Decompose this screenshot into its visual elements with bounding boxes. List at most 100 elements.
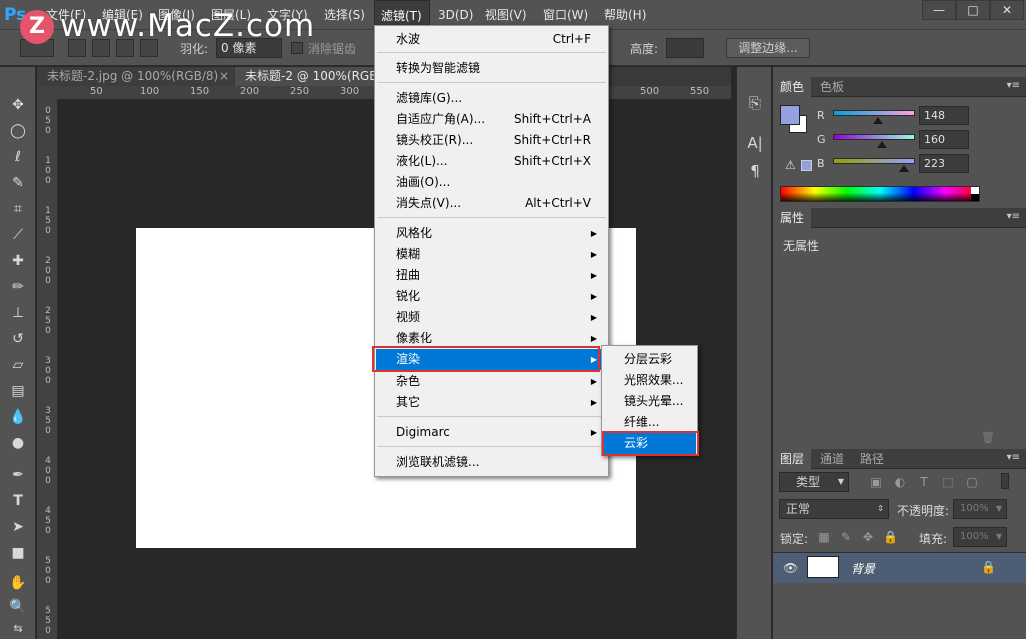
rectangle-tool-icon[interactable]: ■ — [8, 543, 28, 563]
foreground-color-swatch-front[interactable] — [780, 105, 800, 125]
history-brush-tool-icon[interactable]: ↺ — [8, 329, 28, 349]
color-spectrum-bar[interactable] — [780, 186, 980, 202]
ruler-tick: 5 — [45, 416, 51, 426]
render-item-fibers[interactable]: 纤维... — [603, 412, 696, 433]
red-value-input[interactable]: 148 — [919, 106, 969, 125]
gradient-tool-icon[interactable]: ▤ — [8, 381, 28, 401]
swap-colors-icon[interactable]: ⇆ — [8, 619, 28, 639]
quick-selection-tool-icon[interactable]: ✎ — [8, 173, 28, 193]
ruler-tick: 250 — [290, 86, 310, 97]
crop-tool-icon[interactable]: ⌗ — [8, 199, 28, 219]
filter-item-water[interactable]: 水波 Ctrl+F — [376, 29, 607, 50]
history-panel-icon[interactable]: ⎘ — [745, 93, 765, 113]
green-slider-thumb[interactable] — [877, 141, 887, 148]
render-item-lighting-effects[interactable]: 光照效果... — [603, 370, 696, 391]
tab-color[interactable]: 颜色 — [773, 77, 812, 97]
filter-item-distort[interactable]: 扭曲 ▶ — [376, 265, 607, 286]
paragraph-panel-icon[interactable]: ¶ — [745, 161, 765, 181]
marquee-tool-icon[interactable]: ◯ — [8, 121, 28, 141]
refine-edge-button[interactable]: 调整边缘... — [726, 38, 810, 58]
filter-item-other[interactable]: 其它 ▶ — [376, 392, 607, 413]
restore-button[interactable]: □ — [956, 0, 990, 20]
character-panel-icon[interactable]: A| — [745, 133, 765, 153]
filter-item-digimarc[interactable]: Digimarc ▶ — [376, 422, 607, 443]
filter-item-gallery[interactable]: 滤镜库(G)... — [376, 88, 607, 109]
hand-tool-icon[interactable]: ✋ — [8, 573, 28, 593]
ruler-tick: 0 — [45, 276, 51, 286]
filter-item-blur[interactable]: 模糊 ▶ — [376, 244, 607, 265]
panel-menu-icon[interactable]: ▾≡ — [1007, 452, 1020, 463]
tab-swatches[interactable]: 色板 — [813, 77, 851, 97]
adjustment-filter-icon[interactable]: ◐ — [893, 475, 907, 489]
menu-select[interactable]: 选择(S) — [318, 0, 371, 30]
type-filter-icon[interactable]: T — [917, 475, 931, 489]
filter-item-sharpen[interactable]: 锐化 ▶ — [376, 286, 607, 307]
ruler-tick: 4 — [45, 506, 51, 516]
lock-pixels-icon[interactable]: ✎ — [839, 530, 853, 544]
zoom-tool-icon[interactable]: 🔍 — [8, 597, 28, 617]
panel-menu-icon[interactable]: ▾≡ — [1007, 211, 1020, 222]
layer-kind-filter[interactable]: 类型 ▼ — [779, 472, 849, 492]
green-value-input[interactable]: 160 — [919, 130, 969, 149]
path-selection-tool-icon[interactable]: ➤ — [8, 517, 28, 537]
tab-close-icon[interactable]: × — [219, 67, 229, 85]
filter-item-adaptive-wide-angle[interactable]: 自适应广角(A)... Shift+Ctrl+A — [376, 109, 607, 130]
filter-item-noise[interactable]: 杂色 ▶ — [376, 371, 607, 392]
red-slider[interactable] — [833, 110, 915, 116]
filter-item-video[interactable]: 视频 ▶ — [376, 307, 607, 328]
tab-untitled-2-jpg[interactable]: 未标题-2.jpg @ 100%(RGB/8) × — [37, 67, 233, 86]
blue-value-input[interactable]: 223 — [919, 154, 969, 173]
layer-name[interactable]: 背景 — [851, 560, 875, 577]
type-tool-icon[interactable]: T — [8, 491, 28, 511]
tab-paths[interactable]: 路径 — [853, 449, 891, 469]
height-input[interactable] — [666, 38, 704, 58]
healing-brush-tool-icon[interactable]: ✚ — [8, 251, 28, 271]
filter-item-convert-smart[interactable]: 转换为智能滤镜 — [376, 58, 607, 79]
filter-item-vanishing-point[interactable]: 消失点(V)... Alt+Ctrl+V — [376, 193, 607, 214]
tab-properties[interactable]: 属性 — [773, 208, 812, 228]
eraser-tool-icon[interactable]: ▱ — [8, 355, 28, 375]
gamut-swatch[interactable] — [801, 160, 812, 171]
eye-icon[interactable]: 👁 — [783, 561, 798, 575]
tab-layers[interactable]: 图层 — [773, 449, 812, 469]
minimize-button[interactable]: — — [922, 0, 956, 20]
red-slider-thumb[interactable] — [873, 117, 883, 124]
blur-tool-icon[interactable]: 💧 — [8, 407, 28, 427]
fill-input[interactable]: 100% ▼ — [953, 527, 1007, 547]
opacity-input[interactable]: 100% ▼ — [953, 499, 1007, 519]
clone-stamp-tool-icon[interactable]: ⊥ — [8, 303, 28, 323]
render-item-lens-flare[interactable]: 镜头光晕... — [603, 391, 696, 412]
move-tool-icon[interactable]: ✥ — [8, 95, 28, 115]
menu-separator — [377, 217, 606, 218]
antialias-label: 消除锯齿 — [308, 42, 357, 56]
filter-item-browse-online[interactable]: 浏览联机滤镜... — [376, 452, 607, 473]
lock-transparency-icon[interactable]: ▦ — [817, 530, 831, 544]
filter-item-lens-correction[interactable]: 镜头校正(R)... Shift+Ctrl+R — [376, 130, 607, 151]
brush-tool-icon[interactable]: ✏ — [8, 277, 28, 297]
panel-menu-icon[interactable]: ▾≡ — [1007, 80, 1020, 91]
filter-item-oil-paint[interactable]: 油画(O)... — [376, 172, 607, 193]
eyedropper-tool-icon[interactable]: ⟋ — [8, 225, 28, 245]
dodge-tool-icon[interactable]: ● — [8, 433, 28, 453]
spectrum-black-white[interactable] — [971, 187, 979, 201]
tab-channels[interactable]: 通道 — [813, 449, 851, 469]
filter-item-stylize[interactable]: 风格化 ▶ — [376, 223, 607, 244]
layer-row-background[interactable]: 👁 背景 🔒 — [773, 553, 1026, 583]
ruler-tick: 3 — [45, 406, 51, 416]
pixel-filter-icon[interactable]: ▣ — [869, 475, 883, 489]
shape-filter-icon[interactable]: ⬚ — [941, 475, 955, 489]
blend-mode-select[interactable]: 正常 ⇕ — [779, 499, 889, 519]
lock-position-icon[interactable]: ✥ — [861, 530, 875, 544]
pen-tool-icon[interactable]: ✒ — [8, 465, 28, 485]
lasso-tool-icon[interactable]: ℓ — [8, 147, 28, 167]
filter-item-liquify[interactable]: 液化(L)... Shift+Ctrl+X — [376, 151, 607, 172]
smart-object-filter-icon[interactable]: ▢ — [965, 475, 979, 489]
lock-all-icon[interactable]: 🔒 — [883, 530, 898, 544]
ruler-tick: 0 — [45, 476, 51, 486]
filter-toggle[interactable] — [1001, 473, 1009, 489]
blue-slider-thumb[interactable] — [899, 165, 909, 172]
green-slider[interactable] — [833, 134, 915, 140]
blue-slider[interactable] — [833, 158, 915, 164]
close-button[interactable]: ✕ — [990, 0, 1024, 20]
render-item-difference-clouds[interactable]: 分层云彩 — [603, 349, 696, 370]
